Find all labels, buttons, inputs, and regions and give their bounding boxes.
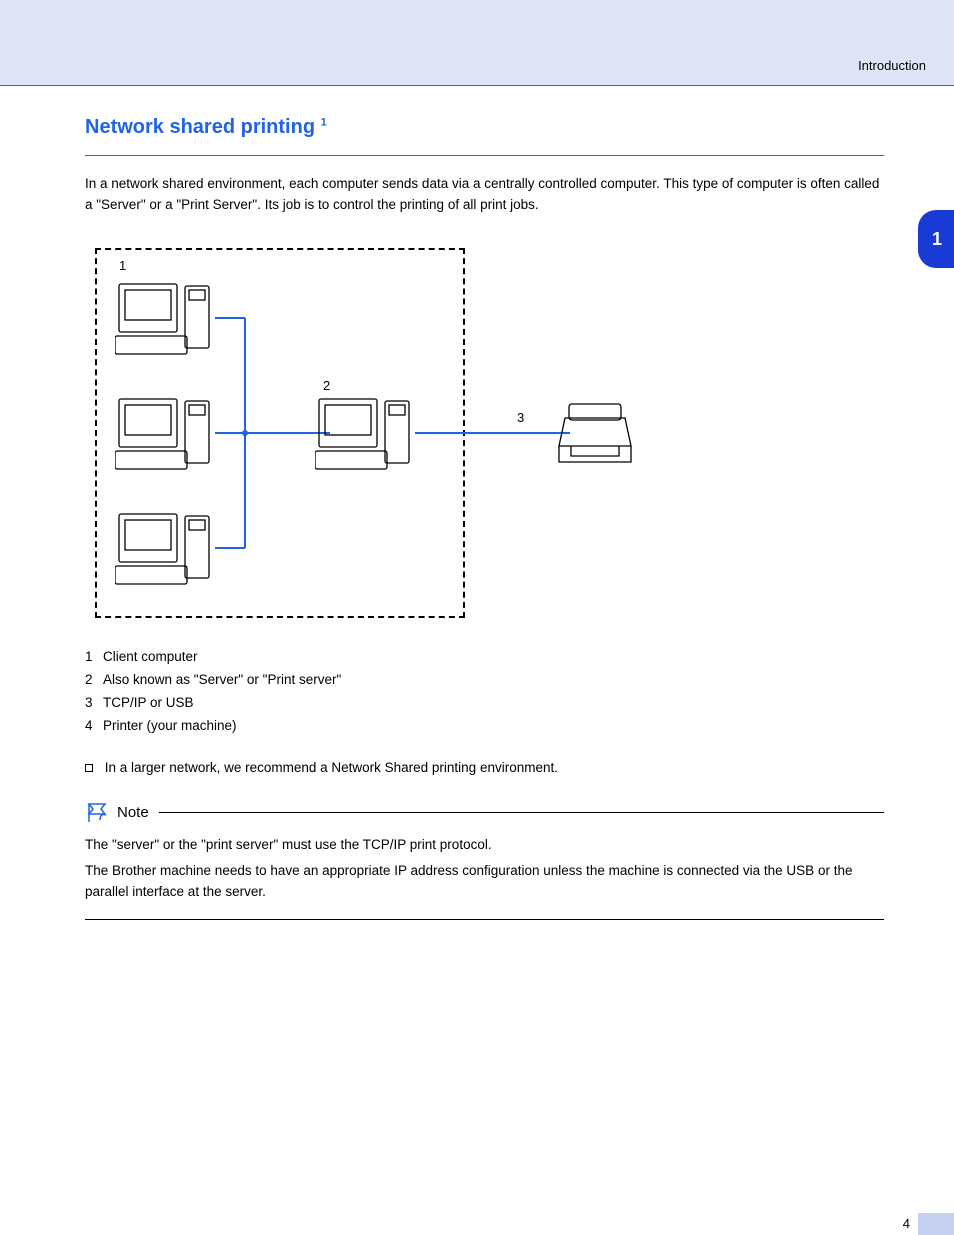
recommendation-bullet: In a larger network, we recommend a Netw… [85, 758, 884, 779]
page-content: Network shared printing 1 In a network s… [0, 86, 954, 920]
diagram-label-1: 1 [119, 258, 126, 273]
diagram-legend: 1Client computer 2Also known as "Server"… [85, 646, 884, 738]
client-computer-icon [115, 395, 225, 473]
legend-item: 4Printer (your machine) [85, 715, 884, 738]
diagram-label-3: 3 [517, 410, 524, 425]
note-text-2: The Brother machine needs to have an app… [85, 861, 884, 903]
note-label: Note [117, 804, 149, 821]
legend-item: 2Also known as "Server" or "Print server… [85, 669, 884, 692]
intro-paragraph: In a network shared environment, each co… [85, 174, 884, 216]
note-icon [85, 801, 109, 825]
section-heading: Network shared printing 1 [85, 116, 884, 139]
heading-sup: 1 [321, 116, 327, 128]
client-computer-icon [115, 510, 225, 588]
note-block: Note The "server" or the "print server" … [85, 801, 884, 921]
bullet-icon [85, 764, 93, 772]
note-text-1: The "server" or the "print server" must … [85, 835, 884, 856]
printer-icon [555, 396, 645, 474]
page-number-tab [918, 1213, 954, 1235]
page-number: 4 [903, 1216, 910, 1231]
note-rule [159, 812, 884, 813]
server-computer-icon [315, 395, 425, 473]
section-rule [85, 155, 884, 156]
note-end-rule [85, 919, 884, 920]
network-diagram: 1 2 3 [85, 238, 645, 628]
diagram-label-2: 2 [323, 378, 330, 393]
legend-item: 3TCP/IP or USB [85, 692, 884, 715]
legend-item: 1Client computer [85, 646, 884, 669]
client-computer-icon [115, 280, 225, 358]
running-title: Introduction [858, 58, 926, 73]
page-header: Introduction [0, 0, 954, 86]
